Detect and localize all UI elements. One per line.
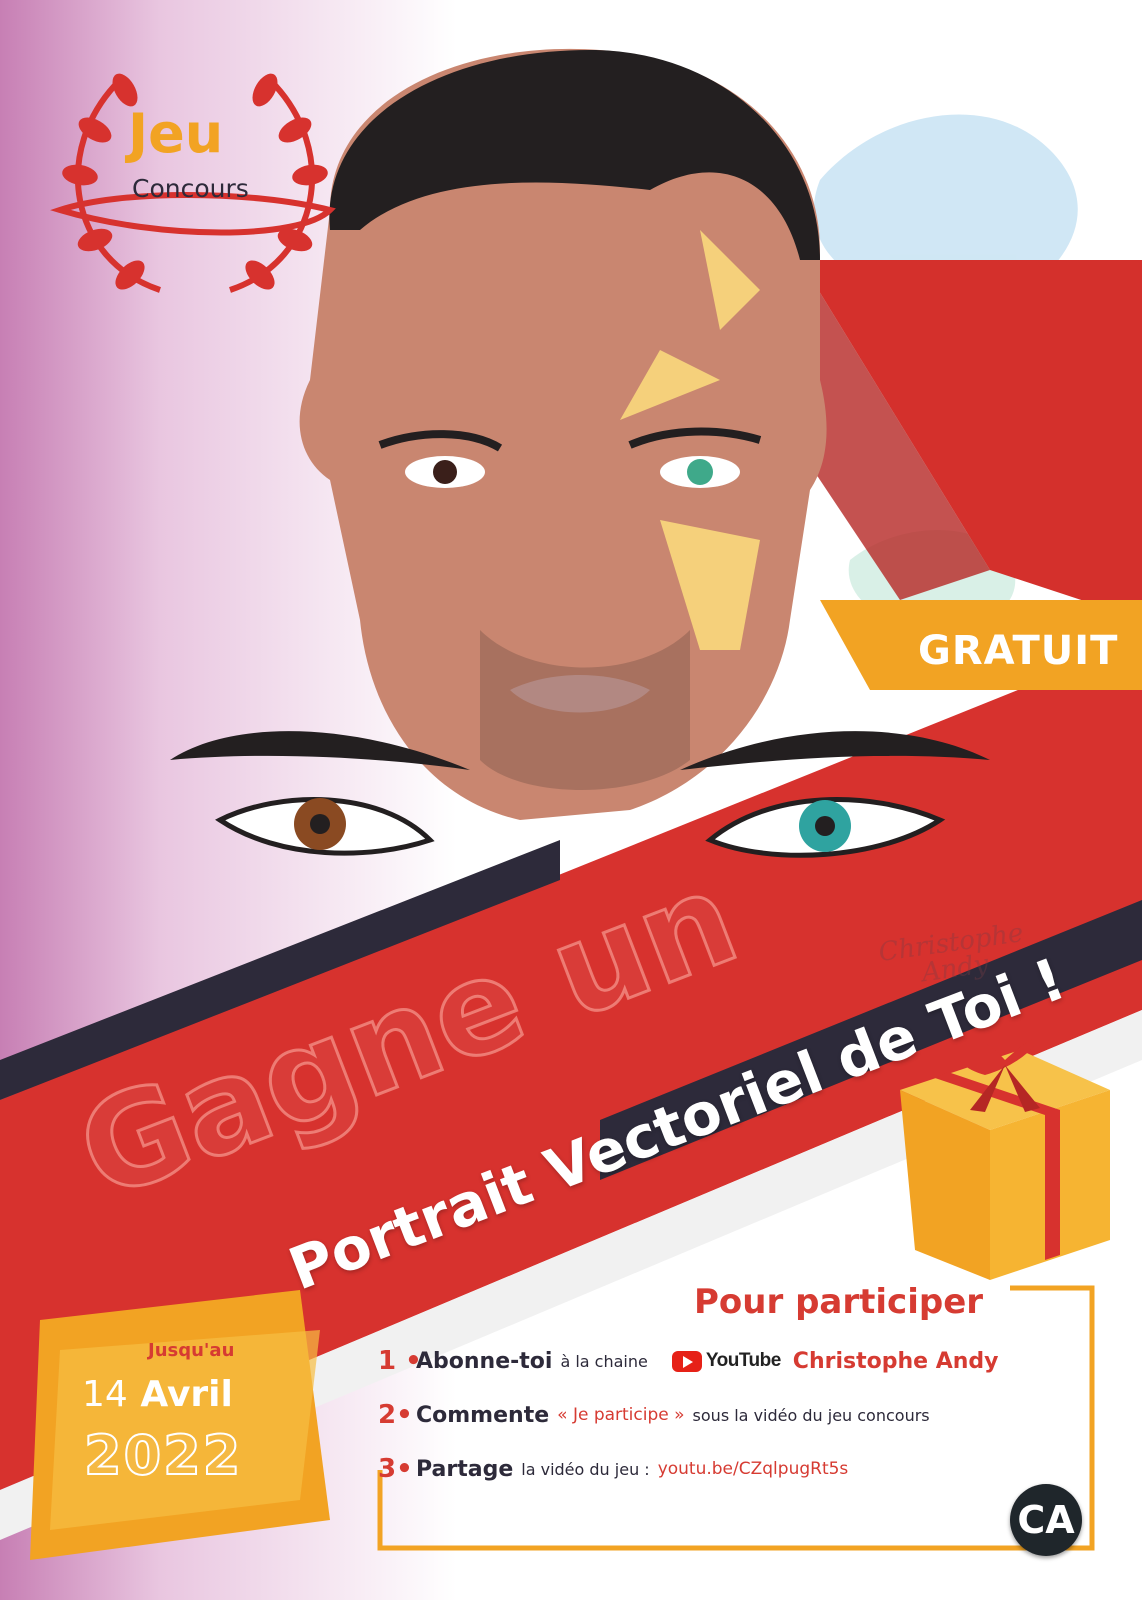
step-number: 3• xyxy=(378,1454,413,1484)
deadline-prefix: Jusqu'au xyxy=(148,1340,235,1361)
youtube-play-icon xyxy=(671,1350,702,1372)
channel-name: Christophe Andy xyxy=(792,1348,999,1374)
deadline-date: 14 Avril xyxy=(82,1374,233,1415)
step-number: 1 • xyxy=(378,1346,422,1376)
badge-subtitle: Concours xyxy=(132,174,249,203)
deadline-month: Avril xyxy=(140,1374,233,1415)
badge-title: Jeu xyxy=(128,102,224,165)
participate-title: Pour participer xyxy=(694,1282,984,1322)
youtube-logo-icon: YouTube xyxy=(671,1350,781,1372)
step-detail: la vidéo du jeu : xyxy=(521,1459,650,1479)
youtube-wordmark: YouTube xyxy=(705,1350,781,1371)
video-link[interactable]: youtu.be/CZqlpugRt5s xyxy=(658,1459,849,1479)
step-action: Partage xyxy=(416,1456,514,1482)
step-action: Abonne-toi xyxy=(416,1348,553,1374)
step-detail: sous la vidéo du jeu concours xyxy=(692,1405,930,1425)
gratuit-tag: GRATUIT xyxy=(918,628,1119,674)
deadline-year: 2022 xyxy=(83,1423,243,1488)
step-3: 3• Partage la vidéo du jeu : youtu.be/CZ… xyxy=(378,1454,856,1484)
contest-poster: Jeu Concours GRATUIT Christophe Andy Gag… xyxy=(0,0,1142,1600)
step-1: 1 • Abonne-toi à la chaine YouTube Chris… xyxy=(378,1346,999,1376)
deadline-day: 14 xyxy=(82,1374,128,1415)
step-detail: à la chaine xyxy=(560,1351,648,1371)
ca-logo-text: CA xyxy=(1017,1498,1075,1542)
step-number: 2• xyxy=(378,1400,413,1430)
ca-logo: CA xyxy=(1010,1484,1082,1556)
step-2: 2• Commente « Je participe » sous la vid… xyxy=(378,1400,938,1430)
step-action: Commente xyxy=(416,1402,550,1428)
step-quote: « Je participe » xyxy=(557,1405,685,1425)
